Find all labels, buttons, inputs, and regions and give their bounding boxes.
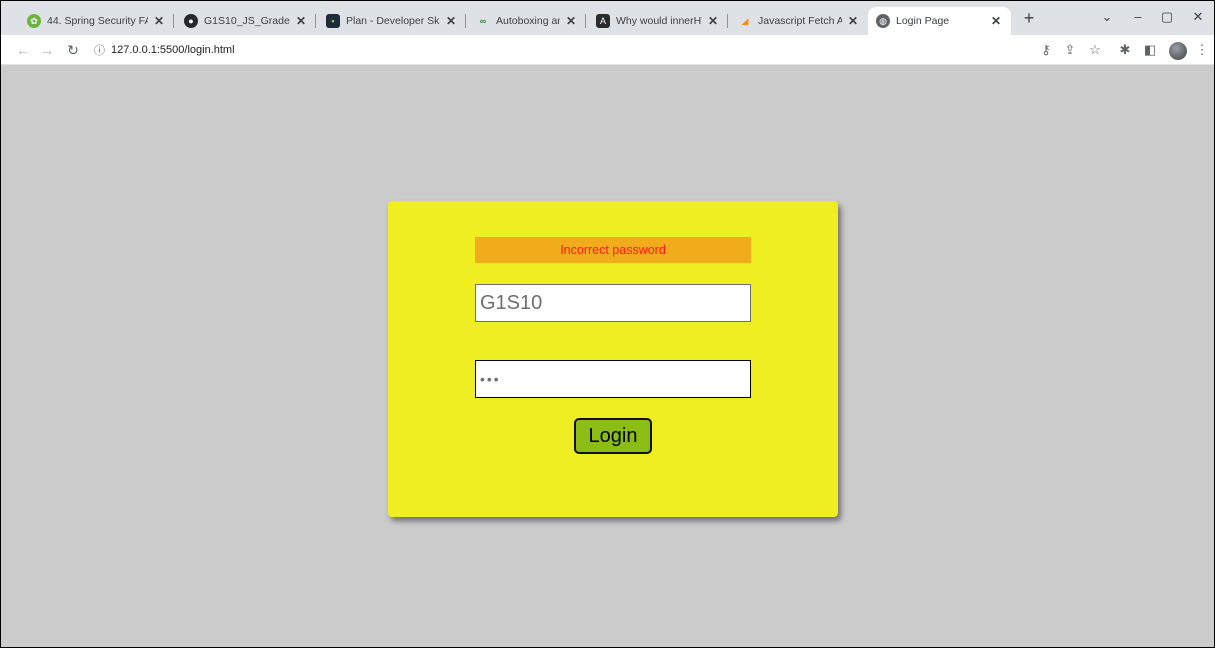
tab-title: Why would innerHTM [616,15,702,27]
avatar[interactable] [1169,42,1187,60]
login-card: Incorrect password Login [388,201,838,517]
tab-github-project[interactable]: ● G1S10_JS_GradedProj ✕ [176,7,316,35]
close-icon[interactable]: ✕ [152,14,166,28]
share-icon[interactable]: ⇪ [1061,41,1079,59]
new-tab-button[interactable]: + [1018,7,1040,29]
login-button[interactable]: Login [574,418,652,454]
tab-search-icon[interactable]: ⌄ [1097,9,1117,25]
restore-icon[interactable]: ▢ [1157,9,1177,25]
tab-autoboxing[interactable]: ∞ Autoboxing and Unbo ✕ [468,7,586,35]
address-bar[interactable]: ⓘ 127.0.0.1:5500/login.html [94,42,235,58]
close-icon[interactable]: ✕ [564,14,578,28]
star-icon[interactable]: ☆ [1086,41,1104,59]
tab-title: 44. Spring Security FA [47,15,148,27]
tab-title: Autoboxing and Unbo [496,15,560,27]
menu-icon[interactable]: ⋮ [1193,41,1211,59]
tab-title: G1S10_JS_GradedProj [204,15,290,27]
tab-title: Javascript Fetch API - [758,15,842,27]
tab-login-page[interactable]: ◍ Login Page ✕ [868,7,1011,35]
side-panel-icon[interactable]: ◧ [1141,41,1159,59]
forward-icon[interactable]: → [37,40,57,60]
close-icon[interactable]: ✕ [444,14,458,28]
tab-title: Login Page [896,15,950,27]
info-icon[interactable]: ⓘ [94,42,105,58]
close-window-icon[interactable]: ✕ [1188,9,1208,25]
password-field[interactable] [475,360,751,398]
plan-icon: ▪ [326,14,340,28]
key-icon[interactable]: ⚷ [1037,41,1055,59]
tab-strip: ✿ 44. Spring Security FA ✕ ● G1S10_JS_Gr… [1,1,1214,35]
globe-icon: ◍ [876,14,890,28]
reload-icon[interactable]: ↻ [63,40,83,60]
close-icon[interactable]: ✕ [846,14,860,28]
tab-fetch-api[interactable]: ◢ Javascript Fetch API - ✕ [730,7,868,35]
tab-spring-security[interactable]: ✿ 44. Spring Security FA ✕ [19,7,174,35]
github-icon: ● [184,14,198,28]
page-viewport: Incorrect password Login [1,65,1214,647]
browser-window: ✿ 44. Spring Security FA ✕ ● G1S10_JS_Gr… [0,0,1215,648]
close-icon[interactable]: ✕ [706,14,720,28]
back-icon[interactable]: ← [13,40,33,60]
address-text: 127.0.0.1:5500/login.html [111,44,235,56]
browser-toolbar: ← → ↻ ⓘ 127.0.0.1:5500/login.html ⚷ ⇪ ☆ … [1,35,1214,65]
minimize-icon[interactable]: – [1128,9,1148,24]
close-icon[interactable]: ✕ [989,14,1003,28]
tab-title: Plan - Developer Skill [346,15,440,27]
orange-icon: ◢ [741,15,749,26]
tab-innerhtml[interactable]: A Why would innerHTM ✕ [588,7,728,35]
extensions-icon[interactable]: ✱ [1116,41,1134,59]
error-message: Incorrect password [475,237,751,263]
geeks-icon: ∞ [479,16,487,26]
tab-plan[interactable]: ▪ Plan - Developer Skill ✕ [318,7,466,35]
close-icon[interactable]: ✕ [294,14,308,28]
spring-leaf-icon: ✿ [27,14,41,28]
username-field[interactable] [475,284,751,322]
stack-icon: A [596,14,610,28]
